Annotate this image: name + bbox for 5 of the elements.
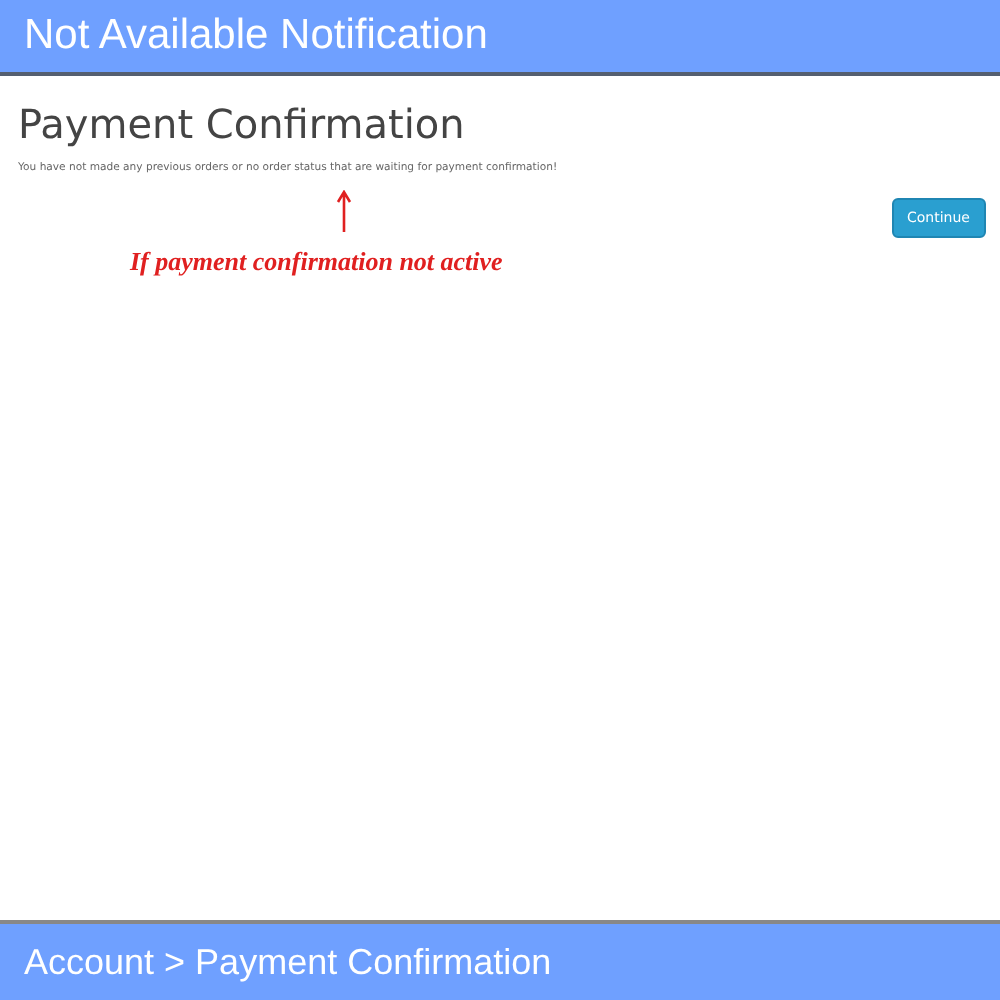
up-arrow-icon [336, 190, 352, 234]
breadcrumb-text: Account > Payment Confirmation [24, 941, 552, 983]
page-heading: Payment Confirmation [18, 100, 467, 148]
banner-title: Not Available Notification [24, 12, 488, 60]
annotation-text: If payment confirmation not active [130, 246, 503, 278]
